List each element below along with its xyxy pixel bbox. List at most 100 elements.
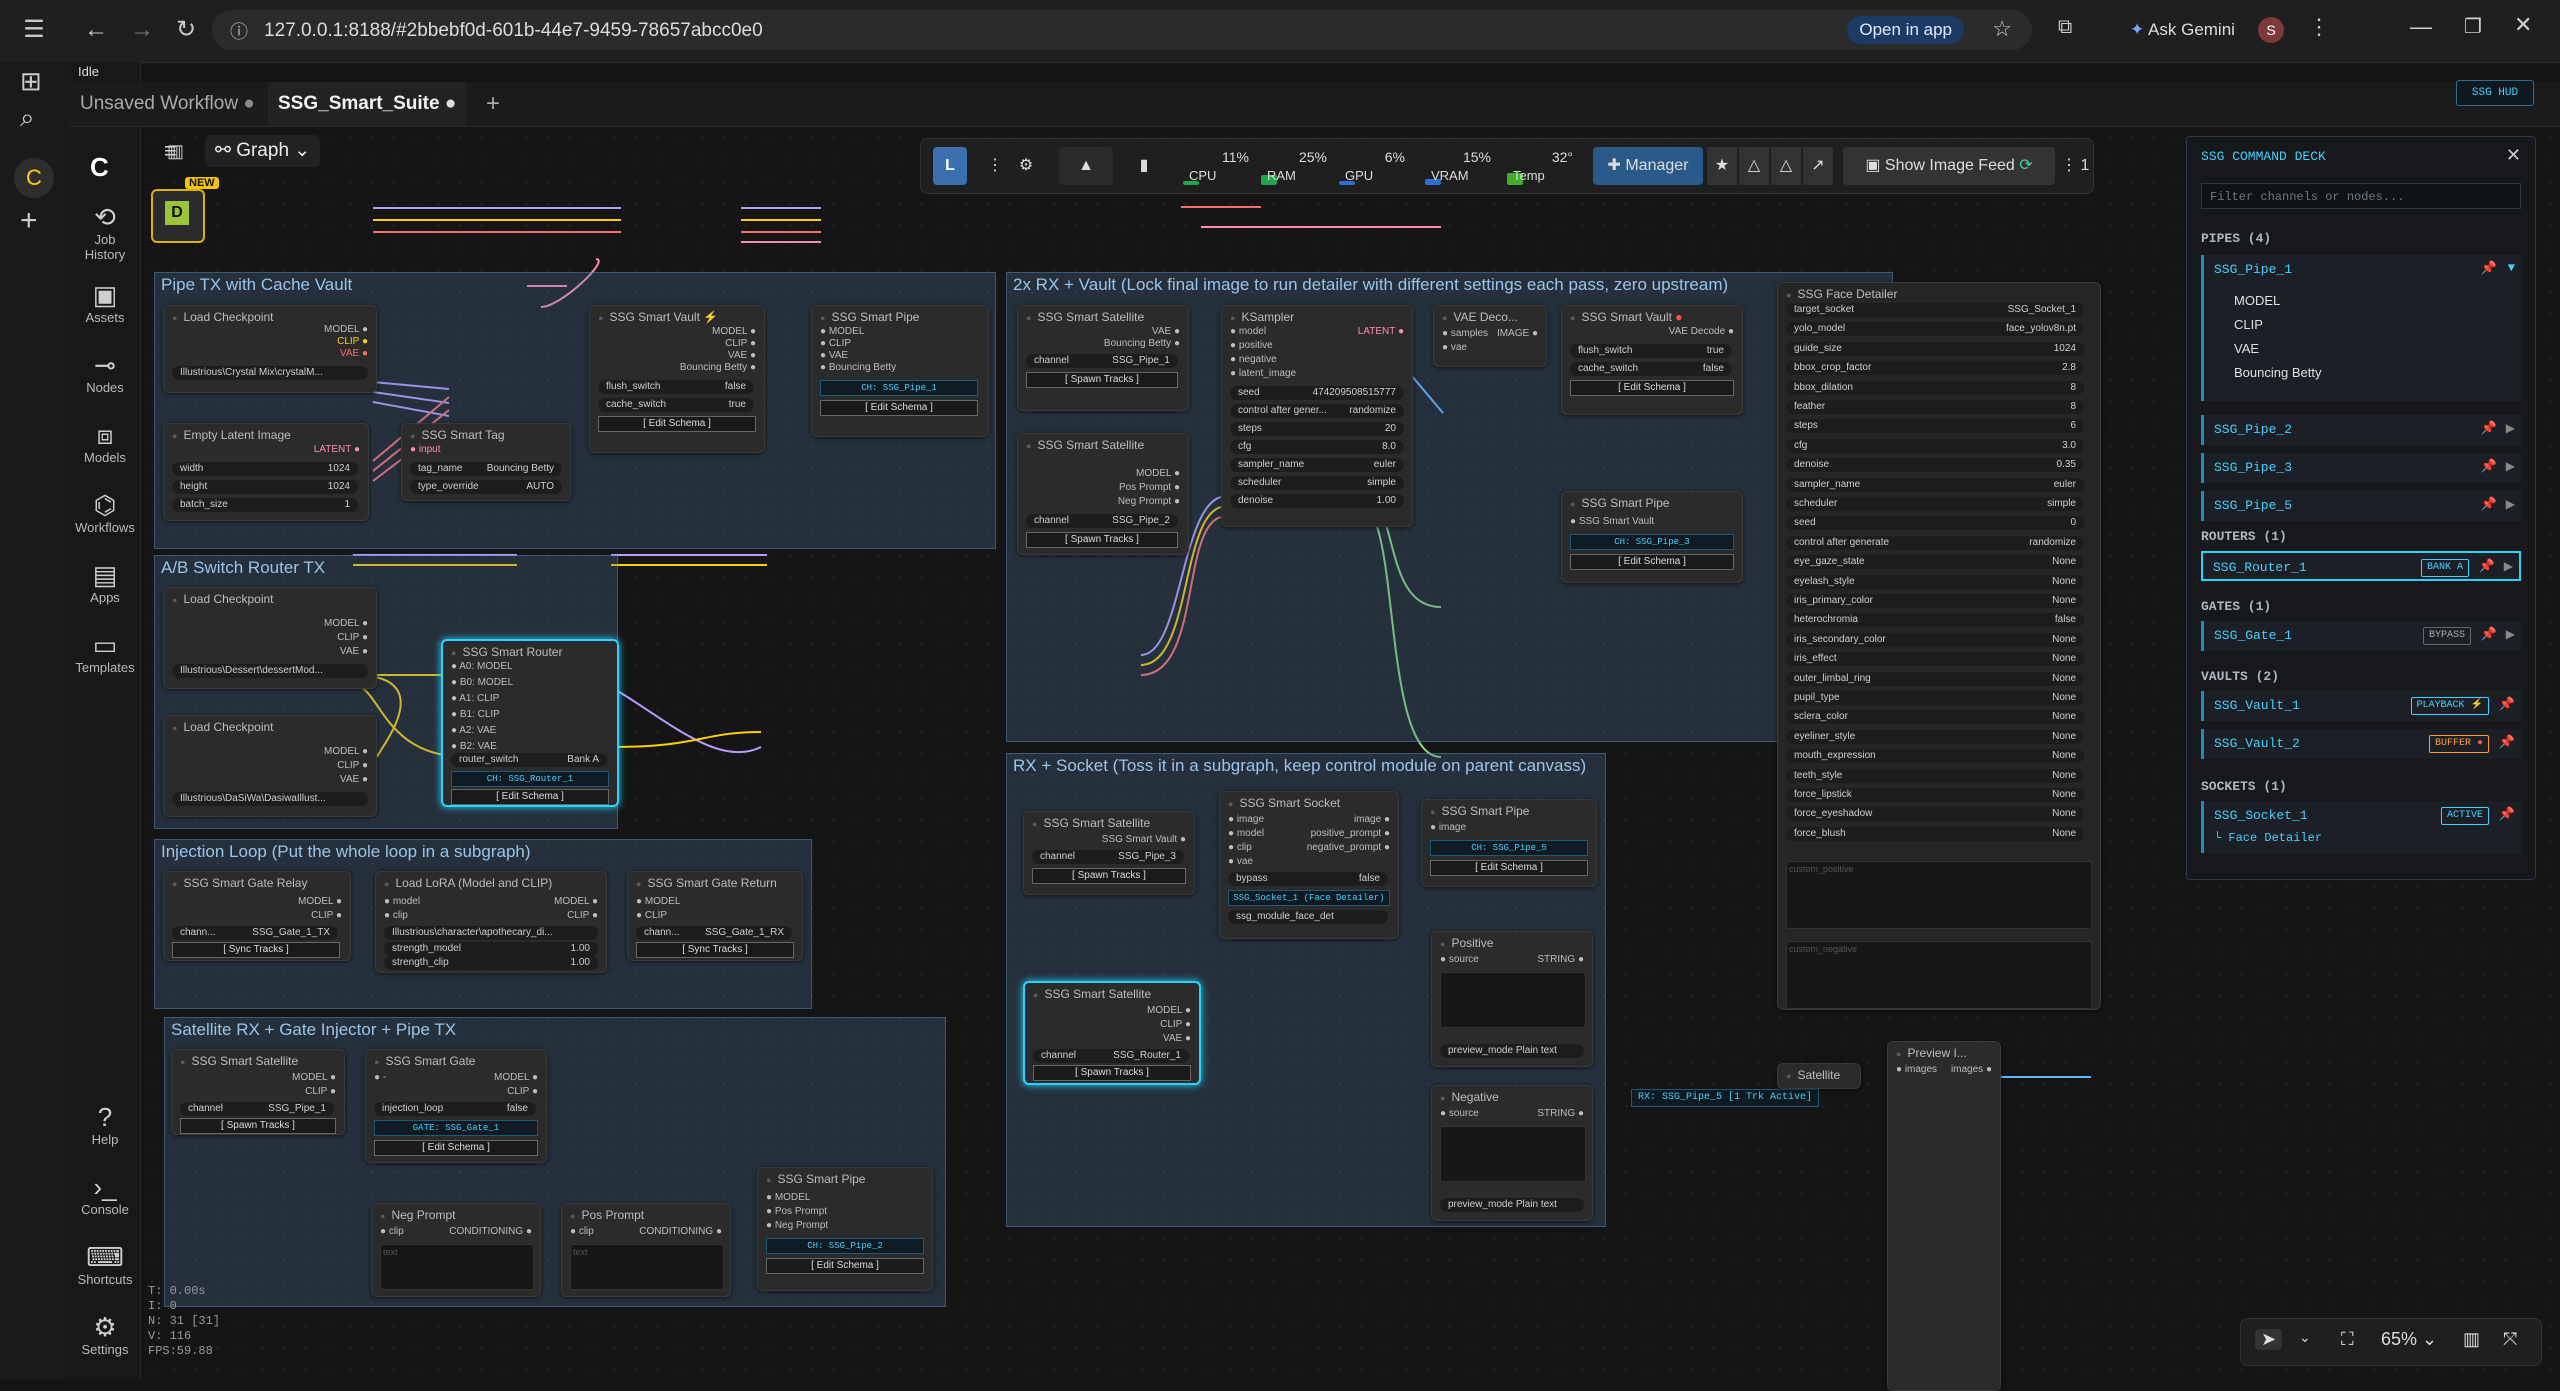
chevron-right-icon[interactable]: ▶ [2506, 459, 2515, 474]
star-icon[interactable]: ★ [1707, 147, 1737, 185]
control-after-generate[interactable]: control after gener... randomize [1230, 404, 1404, 418]
face-detailer-field[interactable]: eye_gaze_state None [1786, 555, 2084, 570]
node-vae-decode[interactable]: VAE Deco... ● samples ● vae IMAGE ● [1433, 305, 1547, 367]
bookmark-icon[interactable]: ▮ [1127, 147, 1161, 185]
node-smart-tag[interactable]: SSG Smart Tag ● input tag_name Bouncing … [401, 423, 571, 501]
sidebar-item-nodes[interactable]: ⊸ Nodes [70, 350, 140, 395]
ssg-hud-button[interactable]: SSG HUD [2456, 80, 2534, 106]
slot-b0[interactable]: ● B0: MODEL [451, 677, 513, 688]
slot-model[interactable]: MODEL ● [298, 896, 342, 907]
slot-clip[interactable]: ● CLIP [820, 338, 851, 349]
filter-input[interactable]: Filter channels or nodes... [2201, 183, 2521, 209]
neg-prompt-text[interactable]: text [380, 1244, 534, 1290]
node-positive[interactable]: Positive ● source STRING ● preview_mode … [1431, 931, 1593, 1067]
new-tab-button[interactable]: + [476, 82, 510, 126]
slot-model[interactable]: MODEL ● [1147, 1005, 1191, 1016]
node-neg-prompt[interactable]: Neg Prompt ● clip CONDITIONING ● text [371, 1203, 541, 1297]
settings-gear-icon[interactable]: ⚙ [1009, 147, 1043, 185]
face-detailer-field[interactable]: denoise 0.35 [1786, 458, 2084, 473]
cfg-field[interactable]: cfg 8.0 [1230, 440, 1404, 454]
face-detailer-field[interactable]: teeth_style None [1786, 768, 2084, 783]
pin-icon[interactable]: 📌 [2481, 627, 2497, 642]
face-detailer-field[interactable]: yolo_model face_yolov8n.pt [1786, 322, 2084, 337]
sync-tracks-button[interactable]: [ Sync Tracks ] [636, 942, 794, 958]
chevron-down-icon[interactable]: ⌄ [2299, 1329, 2311, 1346]
slot-model-in[interactable]: ● model [384, 896, 420, 907]
node-smart-pipe-3[interactable]: SSG Smart Pipe ● SSG Smart Vault CH: SSG… [1561, 491, 1743, 583]
slot-samples[interactable]: ● samples [1442, 328, 1488, 339]
comfy-app-icon[interactable]: C [14, 158, 54, 198]
edit-schema-button[interactable]: [ Edit Schema ] [766, 1258, 924, 1274]
slot-positive[interactable]: ● positive [1230, 340, 1273, 351]
slot-vae[interactable]: VAE ● [1163, 1033, 1191, 1044]
address-bar[interactable]: ⓘ 127.0.0.1:8188/#2bbebf0d-601b-44e7-945… [212, 10, 2032, 50]
node-load-lora[interactable]: Load LoRA (Model and CLIP) ● model ● cli… [375, 871, 607, 973]
maximize-icon[interactable]: ❐ [2464, 14, 2482, 39]
open-in-app-button[interactable]: Open in app [1847, 16, 1964, 44]
slot-latent-out[interactable]: LATENT ● [1358, 326, 1404, 337]
tab-search-icon[interactable]: ⌕ [20, 102, 35, 134]
slot-pos[interactable]: Pos Prompt ● [1119, 482, 1180, 493]
forward-icon[interactable]: → [126, 14, 158, 46]
node-satellite-pipe1[interactable]: SSG Smart Satellite VAE ● Bouncing Betty… [1017, 305, 1189, 411]
ckpt-name-combo[interactable]: Illustrious\DaSiWa\DasiwaIllust... [172, 792, 368, 806]
reload-icon[interactable]: ↻ [170, 14, 202, 46]
node-preview-image[interactable]: Preview I... ● images images ● [1887, 1041, 2001, 1391]
denoise-field[interactable]: denoise 1.00 [1230, 494, 1404, 508]
sidebar-item-settings[interactable]: ⚙ Settings [70, 1312, 140, 1357]
node-smart-gate[interactable]: SSG Smart Gate ● - MODEL ● CLIP ● inject… [365, 1049, 547, 1163]
slot-model[interactable]: MODEL ● [324, 746, 368, 757]
sidebar-item-job-history[interactable]: ⟲ Job History [70, 202, 140, 262]
face-detailer-field[interactable]: force_blush None [1786, 826, 2084, 841]
face-detailer-field[interactable]: outer_limbal_ring None [1786, 671, 2084, 686]
slot-pos[interactable]: ● Pos Prompt [766, 1206, 827, 1217]
share-arrow-icon[interactable]: ↗ [1803, 147, 1833, 185]
pin-icon[interactable]: 📌 [2499, 807, 2515, 822]
chevron-down-icon[interactable]: ▼ [2508, 261, 2515, 275]
face-detailer-field[interactable]: feather 8 [1786, 400, 2084, 414]
node-ksampler[interactable]: KSampler LATENT ● ● model ● positive ● n… [1221, 305, 1413, 527]
injection-loop-switch[interactable]: injection_loop false [374, 1102, 536, 1116]
slot-clip[interactable]: CLIP ● [507, 1086, 538, 1097]
ckpt-name-combo[interactable]: Illustrious\Crystal Mix\crystalM... [172, 366, 368, 380]
edit-schema-button[interactable]: [ Edit Schema ] [1430, 860, 1588, 876]
slot-clip[interactable]: ● clip [570, 1226, 594, 1237]
channel-socket-1[interactable]: SSG_Socket_1 ACTIVE 📌 └ Face Detailer [2201, 801, 2521, 853]
steps-field[interactable]: steps 20 [1230, 422, 1404, 436]
slot-model[interactable]: MODEL ● [494, 1072, 538, 1083]
strength-model-field[interactable]: strength_model 1.00 [384, 942, 598, 956]
channel-pipe-1[interactable]: SSG_Pipe_1 📌 ▼ MODEL CLIP VAE Bouncing B… [2201, 255, 2521, 401]
node-smart-pipe-2[interactable]: SSG Smart Pipe ● MODEL ● Pos Prompt ● Ne… [757, 1167, 933, 1291]
link-visibility-icon[interactable]: ⤧ [2503, 1329, 2517, 1350]
slot-a0[interactable]: ● A0: MODEL [451, 661, 513, 672]
channel-pipe-5[interactable]: SSG_Pipe_5 📌 ▶ [2201, 491, 2521, 521]
sidebar-item-shortcuts[interactable]: ⌨ Shortcuts [70, 1242, 140, 1287]
slot-string[interactable]: STRING ● [1537, 1108, 1584, 1119]
pin-icon[interactable]: 📌 [2499, 697, 2515, 712]
node-pos-prompt[interactable]: Pos Prompt ● clip CONDITIONING ● text [561, 1203, 731, 1297]
channel-pipe-3[interactable]: SSG_Pipe_3 📌 ▶ [2201, 453, 2521, 483]
node-negative[interactable]: Negative ● source STRING ● preview_mode … [1431, 1085, 1593, 1221]
custom-positive-text[interactable]: custom_positive [1786, 861, 2092, 929]
pin-icon[interactable]: 📌 [2481, 459, 2497, 474]
slot-positive-out[interactable]: positive_prompt ● [1311, 828, 1390, 839]
node-satellite-pipe2[interactable]: SSG Smart Satellite MODEL ● Pos Prompt ●… [1017, 433, 1189, 555]
minimize-icon[interactable]: — [2410, 14, 2432, 40]
slot-neg[interactable]: ● Neg Prompt [766, 1220, 828, 1231]
tab-grid-icon[interactable]: ⊞ [20, 66, 42, 97]
face-detailer-field[interactable]: steps 6 [1786, 419, 2084, 434]
slot-vae[interactable]: ● vae [1228, 856, 1253, 867]
slot-source[interactable]: ● source [1440, 954, 1479, 965]
slot-vae[interactable]: VAE ● [1152, 326, 1180, 337]
spawn-tracks-button[interactable]: [ Spawn Tracks ] [180, 1118, 336, 1134]
slot-clip[interactable]: ● clip [1228, 842, 1252, 853]
slot-clip[interactable]: CLIP ● [337, 760, 368, 771]
slot-string[interactable]: ● Bouncing Betty [820, 362, 896, 373]
slot-vae[interactable]: VAE ● [728, 350, 756, 361]
l-button[interactable]: L [933, 147, 967, 185]
slot-model[interactable]: MODEL ● [292, 1072, 336, 1083]
edit-schema-button[interactable]: [ Edit Schema ] [374, 1140, 538, 1156]
node-face-detailer[interactable]: SSG Face Detailer target_socket SSG_Socke… [1777, 282, 2101, 1010]
cache-switch[interactable]: cache_switch true [598, 398, 754, 412]
face-detailer-field[interactable]: guide_size 1024 [1786, 341, 2084, 356]
